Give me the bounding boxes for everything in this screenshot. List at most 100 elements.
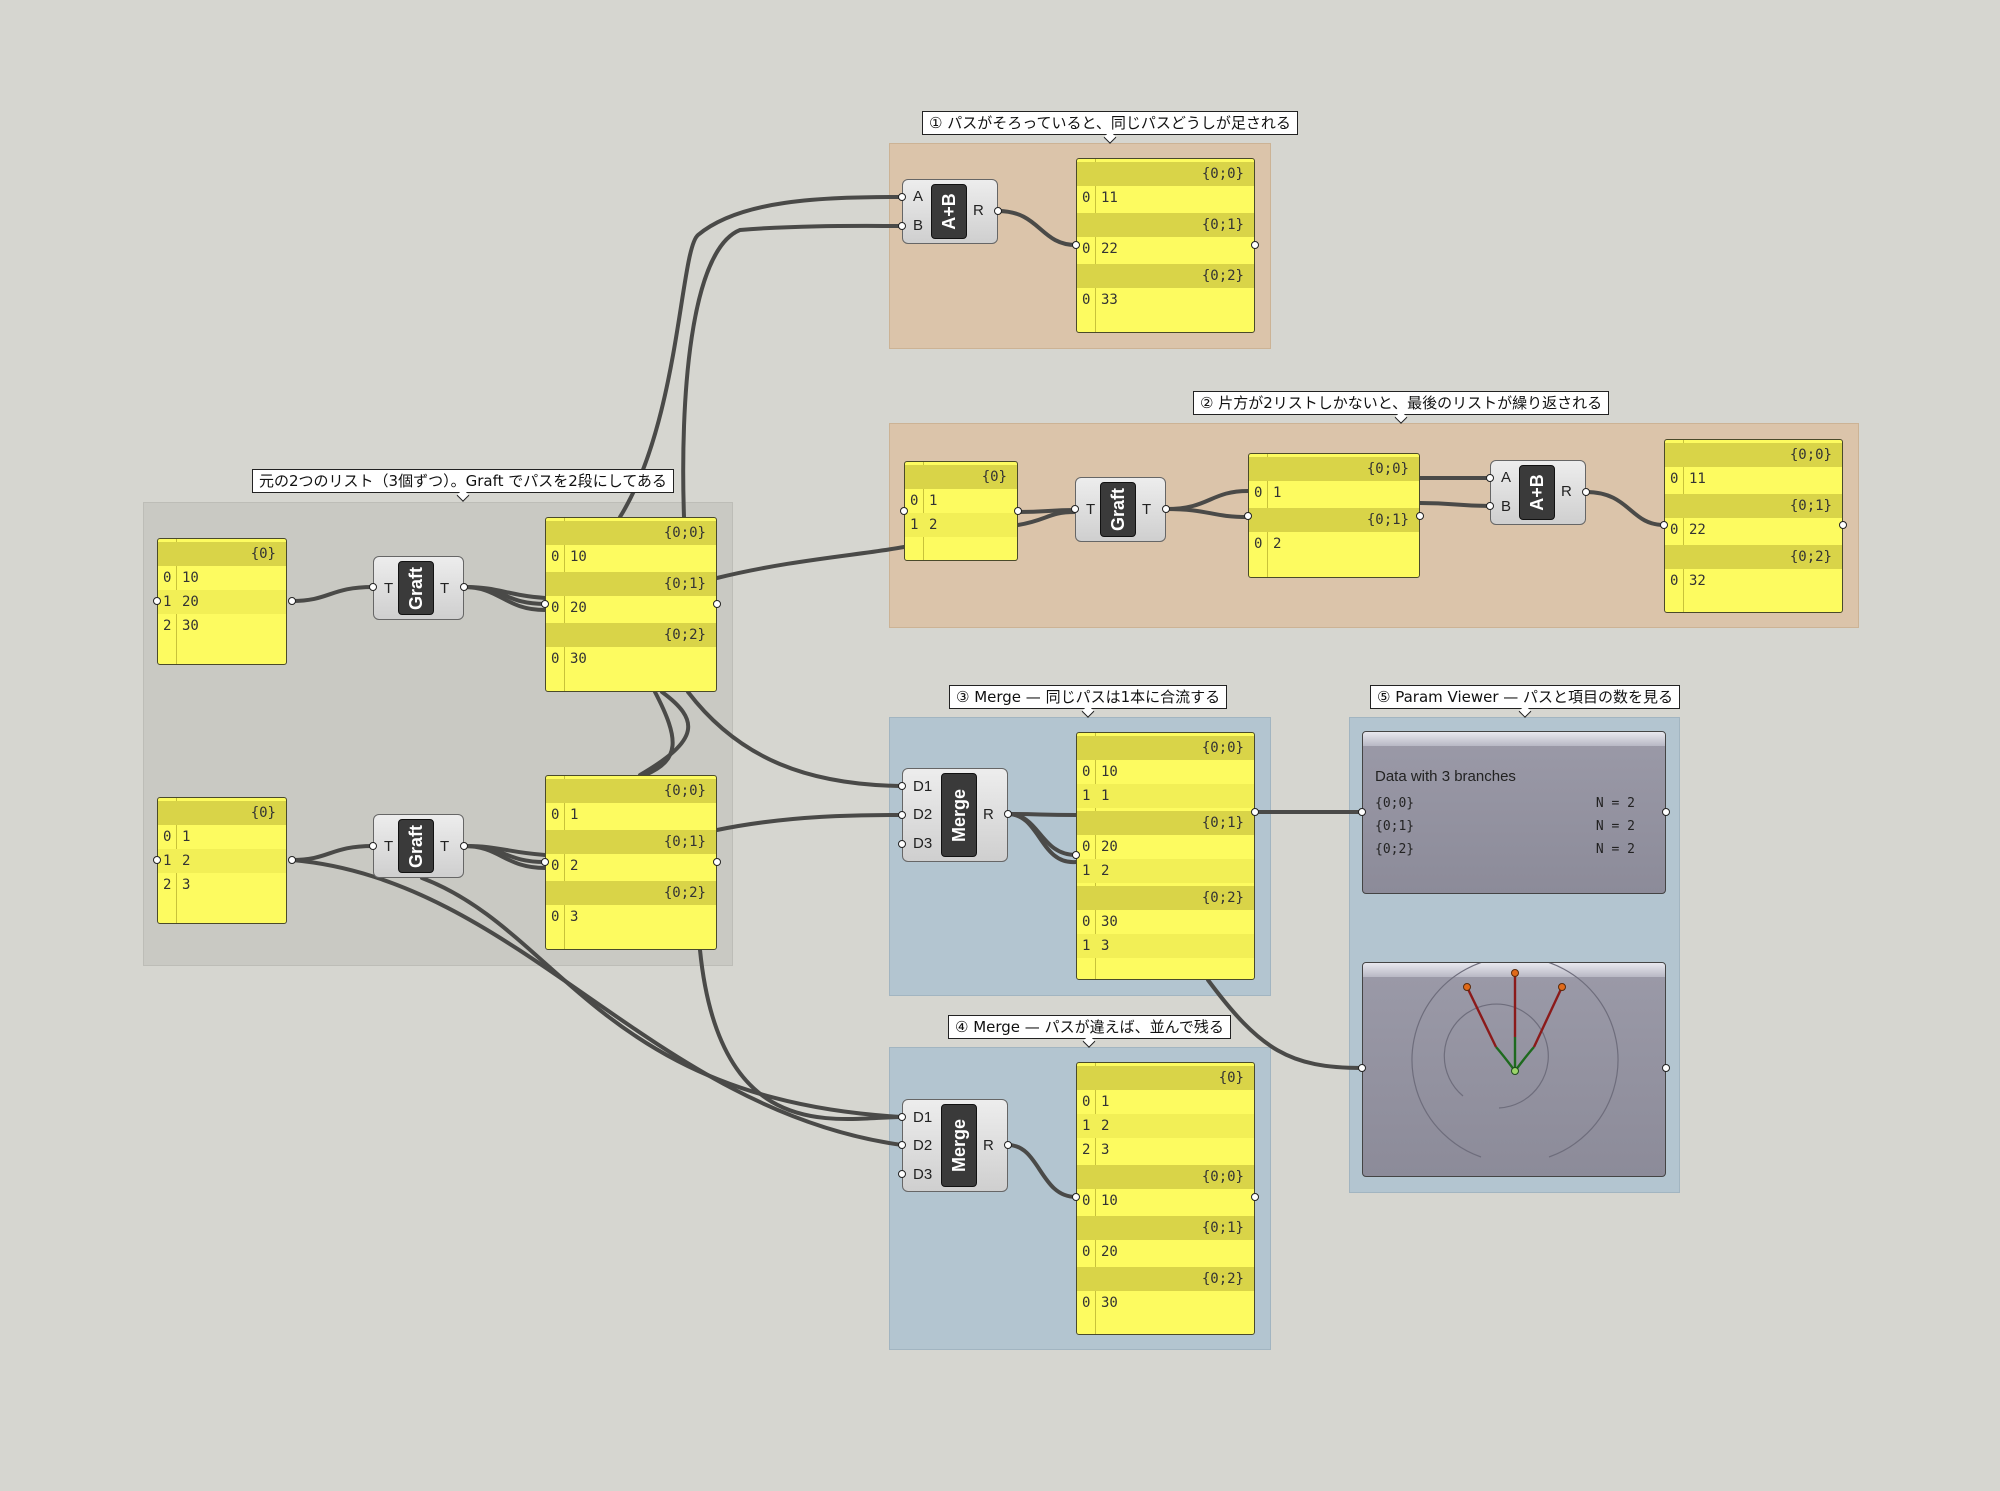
panel-result-add-1[interactable]: {0;0} 0 11 {0;1} 0 22 {0;2} 0 33: [1076, 158, 1255, 333]
input-port[interactable]: [541, 858, 549, 866]
graft-component-2[interactable]: T Graft T: [373, 814, 464, 878]
output-port[interactable]: [1251, 241, 1259, 249]
output-port[interactable]: [288, 597, 296, 605]
output-port[interactable]: [1014, 507, 1022, 515]
merge-component-1[interactable]: D1 D2 D3 Merge R: [902, 768, 1008, 862]
input-port[interactable]: [153, 856, 161, 864]
item-value: 1: [570, 807, 579, 823]
panel-item-row: 01: [1077, 1090, 1254, 1114]
input-port[interactable]: [1244, 512, 1252, 520]
output-port[interactable]: [1162, 505, 1170, 513]
item-value: 1: [1101, 1094, 1110, 1110]
callout-param-viewer: ⑤ Param Viewer — パスと項目の数を見る: [1370, 685, 1681, 709]
callout-merge-same: ③ Merge — 同じパスは1本に合流する: [949, 685, 1228, 709]
input-port[interactable]: [1072, 241, 1080, 249]
panel-item-row: 0 11: [1665, 467, 1842, 491]
tree-leaf-node: [1558, 983, 1566, 991]
panel-branch-header: {0;1}: [546, 572, 716, 596]
output-port[interactable]: [1251, 1193, 1259, 1201]
panel-branch-header: {0;1}: [1249, 508, 1419, 532]
output-port[interactable]: [288, 856, 296, 864]
addition-output-label: R: [1561, 483, 1572, 500]
wire[interactable]: [681, 223, 904, 519]
item-index: 2: [1082, 1142, 1091, 1158]
input-port[interactable]: [1358, 808, 1366, 816]
item-value: 2: [570, 858, 579, 874]
input-port[interactable]: [1358, 1064, 1366, 1072]
param-viewer-tree[interactable]: [1362, 962, 1666, 1177]
output-port[interactable]: [460, 583, 468, 591]
panel-branch-header: {0;2}: [1077, 886, 1254, 910]
input-port[interactable]: [541, 600, 549, 608]
output-port[interactable]: [994, 207, 1002, 215]
panel-input-list-1[interactable]: {0} 0 10 1 20 2 30: [157, 538, 287, 665]
input-port[interactable]: [898, 1170, 906, 1178]
input-port[interactable]: [1072, 1193, 1080, 1201]
item-index: 1: [1082, 1118, 1091, 1134]
panel-result-add-2[interactable]: {0;0} 0 11 {0;1} 0 22 {0;2} 0 32: [1664, 439, 1843, 613]
input-port[interactable]: [153, 597, 161, 605]
addition-component-2[interactable]: A B A+B R: [1490, 460, 1586, 525]
item-value: 2: [1101, 863, 1110, 879]
branch-path: {0;1}: [1789, 498, 1832, 514]
input-port[interactable]: [898, 1113, 906, 1121]
input-port[interactable]: [1660, 521, 1668, 529]
graft-component-1[interactable]: T Graft T: [373, 556, 464, 620]
panel-input-list-2[interactable]: {0} 0 1 1 2 2 3: [157, 797, 287, 924]
output-port[interactable]: [1582, 488, 1590, 496]
wire[interactable]: [698, 948, 904, 1122]
tree-stem-right: [1514, 1046, 1535, 1072]
input-port[interactable]: [900, 507, 908, 515]
panel-input-list-3[interactable]: {0} 0 1 1 2: [904, 461, 1018, 561]
panel-item-row: 0 20: [1077, 835, 1254, 859]
output-port[interactable]: [1839, 521, 1847, 529]
panel-merge-result-2[interactable]: {0} 0 1 1 2 2 3 {0;0} 0 10 {0;1} 0 20 {0;2} 0 30: [1076, 1062, 1255, 1335]
viewer-title: Data with 3 branches: [1375, 768, 1516, 785]
output-port[interactable]: [1662, 808, 1670, 816]
input-port[interactable]: [898, 811, 906, 819]
output-port[interactable]: [713, 858, 721, 866]
panel-item-row: 0 20: [546, 596, 716, 620]
callout-graft-note: 元の2つのリスト（3個ずつ）。Graft でパスを2段にしてある: [252, 469, 674, 493]
panel-merge-result-1[interactable]: {0;0} 0 10 1 1 {0;1} 0 20 1 2 {0;2} 0 30 1 3: [1076, 732, 1255, 980]
item-index: 0: [1670, 573, 1679, 589]
wire[interactable]: [715, 813, 904, 832]
item-index: 0: [1082, 1094, 1091, 1110]
panel-item-row: 02: [546, 854, 716, 878]
merge-output-label: R: [983, 806, 994, 823]
input-port[interactable]: [898, 222, 906, 230]
merge-core: Merge: [941, 1104, 977, 1187]
output-port[interactable]: [713, 600, 721, 608]
item-value: 11: [1101, 190, 1118, 206]
output-port[interactable]: [1251, 808, 1259, 816]
input-port[interactable]: [1072, 851, 1080, 859]
output-port[interactable]: [1004, 1141, 1012, 1149]
callout-merge-different: ④ Merge — パスが違えば、並んで残る: [948, 1015, 1231, 1039]
wire[interactable]: [715, 545, 906, 580]
input-port[interactable]: [369, 583, 377, 591]
output-port[interactable]: [1004, 810, 1012, 818]
addition-component-1[interactable]: A B A+B R: [902, 179, 998, 244]
input-port[interactable]: [898, 782, 906, 790]
input-port[interactable]: [369, 842, 377, 850]
panel-grafted-3[interactable]: {0;0} 0 1 {0;1} 0 2: [1248, 453, 1420, 578]
graft-component-3[interactable]: T Graft T: [1075, 477, 1166, 542]
input-port[interactable]: [898, 840, 906, 848]
panel-grafted-1[interactable]: {0;0} 0 10 {0;1} 0 20 {0;2} 0 30: [545, 517, 717, 692]
input-port[interactable]: [898, 193, 906, 201]
tree-stem-left: [1495, 1046, 1516, 1072]
input-port[interactable]: [1486, 474, 1494, 482]
item-value: 30: [182, 618, 199, 634]
input-port[interactable]: [898, 1141, 906, 1149]
output-port[interactable]: [460, 842, 468, 850]
panel-item-row: 0 33: [1077, 288, 1254, 312]
output-port[interactable]: [1416, 512, 1424, 520]
branch-path: {0;2}: [1789, 549, 1832, 565]
input-port[interactable]: [1486, 502, 1494, 510]
param-viewer-text[interactable]: Data with 3 branches {0;0} N = 2 {0;1} N =…: [1362, 731, 1666, 894]
panel-grafted-2[interactable]: {0;0} 0 1 {0;1} 0 2 {0;2} 0 3: [545, 775, 717, 950]
output-port[interactable]: [1662, 1064, 1670, 1072]
merge-component-2[interactable]: D1 D2 D3 Merge R: [902, 1099, 1008, 1192]
input-port[interactable]: [1071, 505, 1079, 513]
branch-path: {0;0}: [663, 525, 706, 541]
